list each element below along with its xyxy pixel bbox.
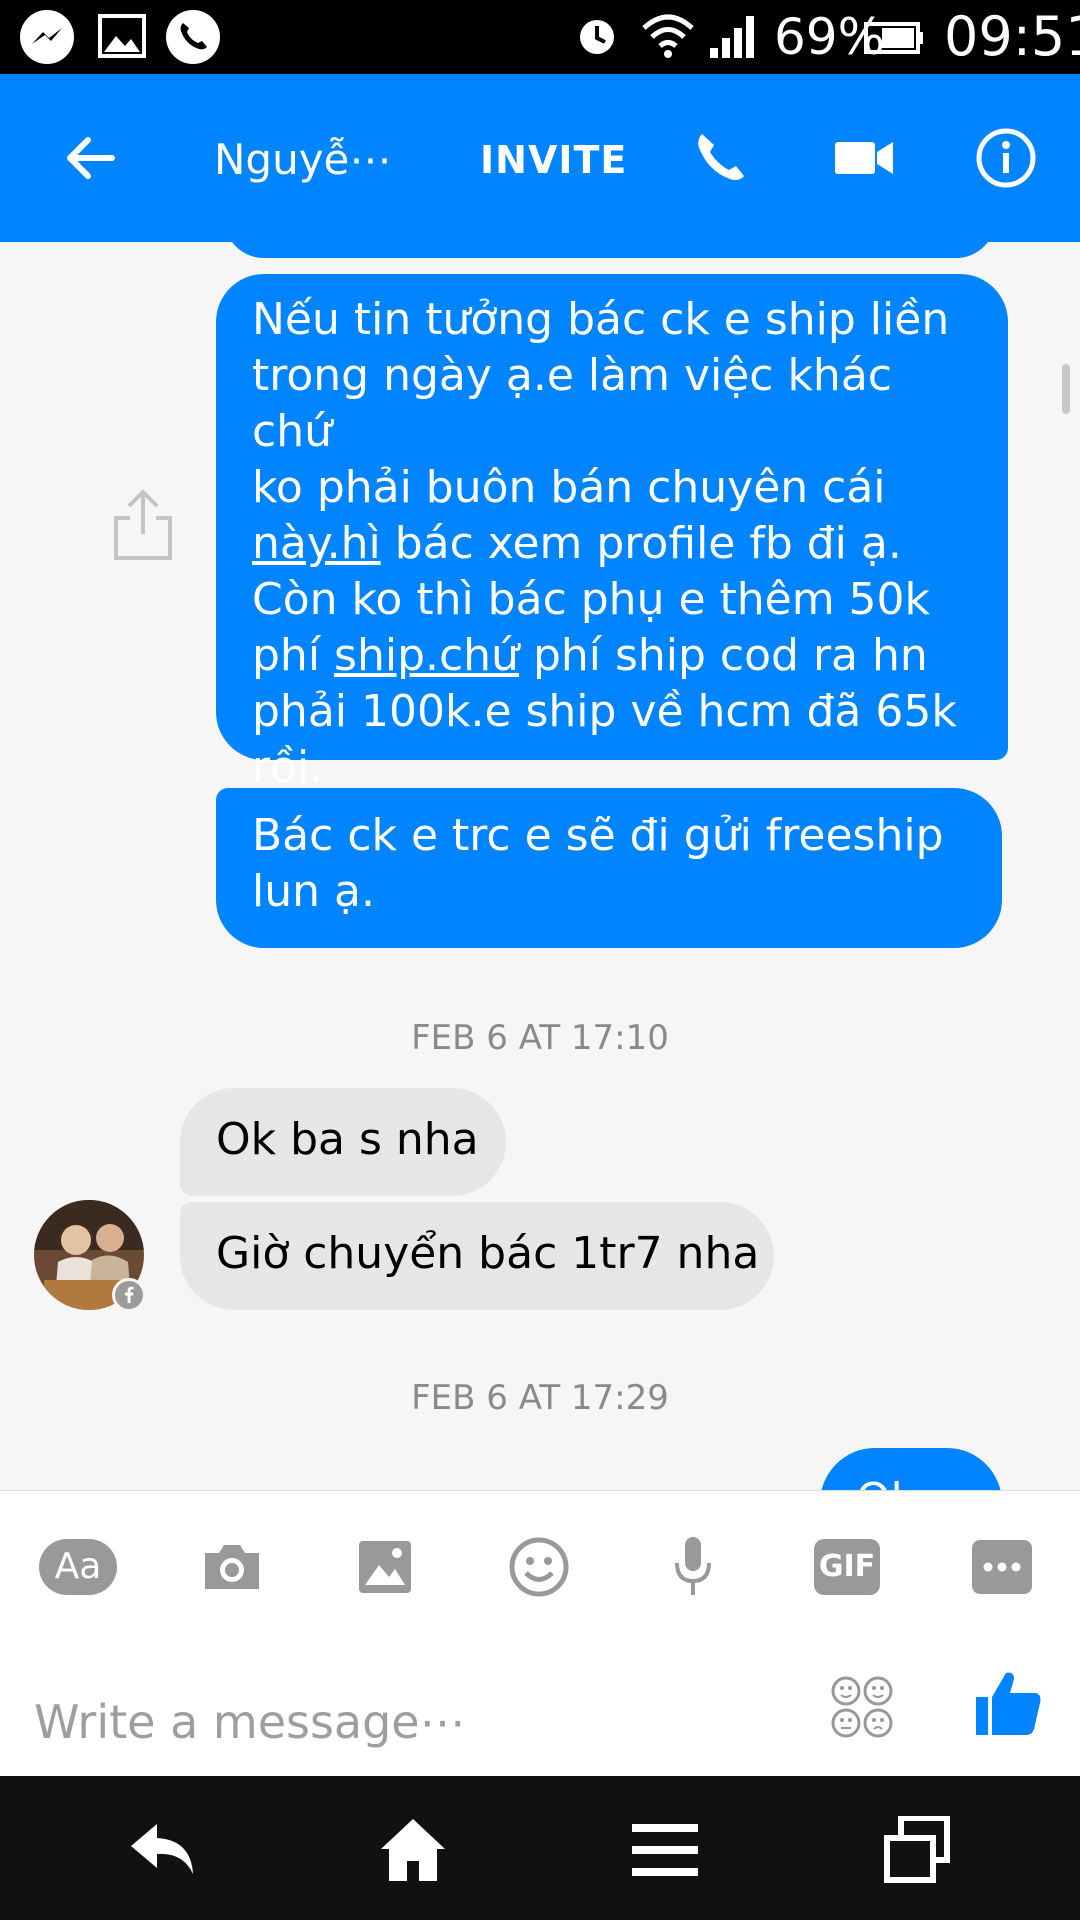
message-bubble-outgoing[interactable]: Ok — [820, 1448, 1002, 1490]
messenger-icon — [18, 8, 76, 66]
camera-icon[interactable] — [192, 1527, 272, 1607]
phone-call-icon — [164, 8, 222, 66]
text-style-label: Aa — [39, 1539, 117, 1595]
alarm-icon — [574, 14, 620, 60]
scrollbar[interactable] — [1062, 364, 1070, 414]
nav-home-icon[interactable] — [368, 1810, 458, 1890]
message-line: phí ship.chứ phí ship cod ra hn — [252, 628, 972, 684]
message-line: Nếu tin tưởng bác ck e ship liền — [252, 294, 950, 345]
info-icon[interactable] — [966, 118, 1046, 198]
status-bar: 69% 09:51 — [0, 0, 1080, 74]
message-bubble-outgoing[interactable]: Bác ck e trc e sẽ đi gửi freeship lun ạ. — [216, 788, 1002, 948]
message-input[interactable] — [34, 1687, 794, 1757]
back-arrow-icon[interactable] — [50, 118, 130, 198]
message-bubble-incoming[interactable]: Ok ba s nha — [180, 1088, 506, 1196]
message-line: trong ngày ạ.e làm việc khác chứ — [252, 350, 892, 457]
message-link[interactable]: này.hì — [252, 518, 381, 569]
phone-icon[interactable] — [680, 118, 760, 198]
message-line: lun ạ. — [252, 866, 375, 917]
facebook-badge-icon — [112, 1278, 146, 1312]
message-link[interactable]: ship.chứ — [334, 630, 519, 681]
gif-icon[interactable]: GIF — [807, 1527, 887, 1607]
message-line: phải 100k.e ship về hcm đã 65k — [252, 686, 957, 737]
message-list[interactable]: Nếu tin tưởng bác ck e ship liền trong n… — [0, 242, 1080, 1490]
conversation-header: Nguyễ⋯ INVITE — [0, 74, 1080, 242]
composer: Aa GIF — [0, 1490, 1080, 1777]
system-nav-bar — [0, 1776, 1080, 1920]
message-bubble-incoming[interactable]: Giờ chuyển bác 1tr7 nha — [180, 1202, 774, 1310]
share-icon[interactable] — [112, 488, 174, 562]
like-thumb-icon[interactable] — [972, 1667, 1044, 1739]
message-text: phí ship cod ra hn — [518, 630, 928, 681]
message-timestamp: FEB 6 AT 17:10 — [411, 1018, 669, 1058]
more-icon[interactable] — [962, 1527, 1042, 1607]
message-line: ko phải buôn bán chuyên cái — [252, 462, 886, 513]
message-timestamp: FEB 6 AT 17:29 — [411, 1378, 669, 1418]
clock: 09:51 — [944, 5, 1080, 68]
message-bubble-outgoing[interactable]: Nếu tin tưởng bác ck e ship liền trong n… — [216, 274, 1008, 793]
emoji-icon[interactable] — [499, 1527, 579, 1607]
wifi-icon — [640, 12, 696, 62]
message-text: phí — [252, 630, 335, 681]
message-bubble-outgoing — [224, 242, 996, 258]
sticker-icon[interactable] — [830, 1675, 894, 1739]
text-style-icon[interactable]: Aa — [38, 1527, 118, 1607]
contact-name[interactable]: Nguyễ⋯ — [214, 134, 391, 186]
message-line: Còn ko thì bác phụ e thêm 50k — [252, 574, 931, 625]
avatar[interactable] — [34, 1200, 146, 1312]
microphone-icon[interactable] — [653, 1527, 733, 1607]
nav-back-icon[interactable] — [118, 1810, 208, 1890]
video-camera-icon[interactable] — [824, 118, 904, 198]
message-text: bác xem profile fb đi ạ. — [380, 518, 902, 569]
signal-icon — [708, 14, 760, 60]
nav-menu-icon[interactable] — [620, 1810, 710, 1890]
gif-label: GIF — [814, 1539, 880, 1595]
battery-icon — [864, 18, 924, 58]
invite-button[interactable]: INVITE — [480, 134, 627, 186]
image-icon — [94, 8, 152, 66]
message-line: này.hì bác xem profile fb đi ạ. — [252, 516, 972, 572]
nav-recents-icon[interactable] — [872, 1810, 962, 1890]
message-line: Bác ck e trc e sẽ đi gửi freeship — [252, 810, 944, 861]
gallery-icon[interactable] — [345, 1527, 425, 1607]
